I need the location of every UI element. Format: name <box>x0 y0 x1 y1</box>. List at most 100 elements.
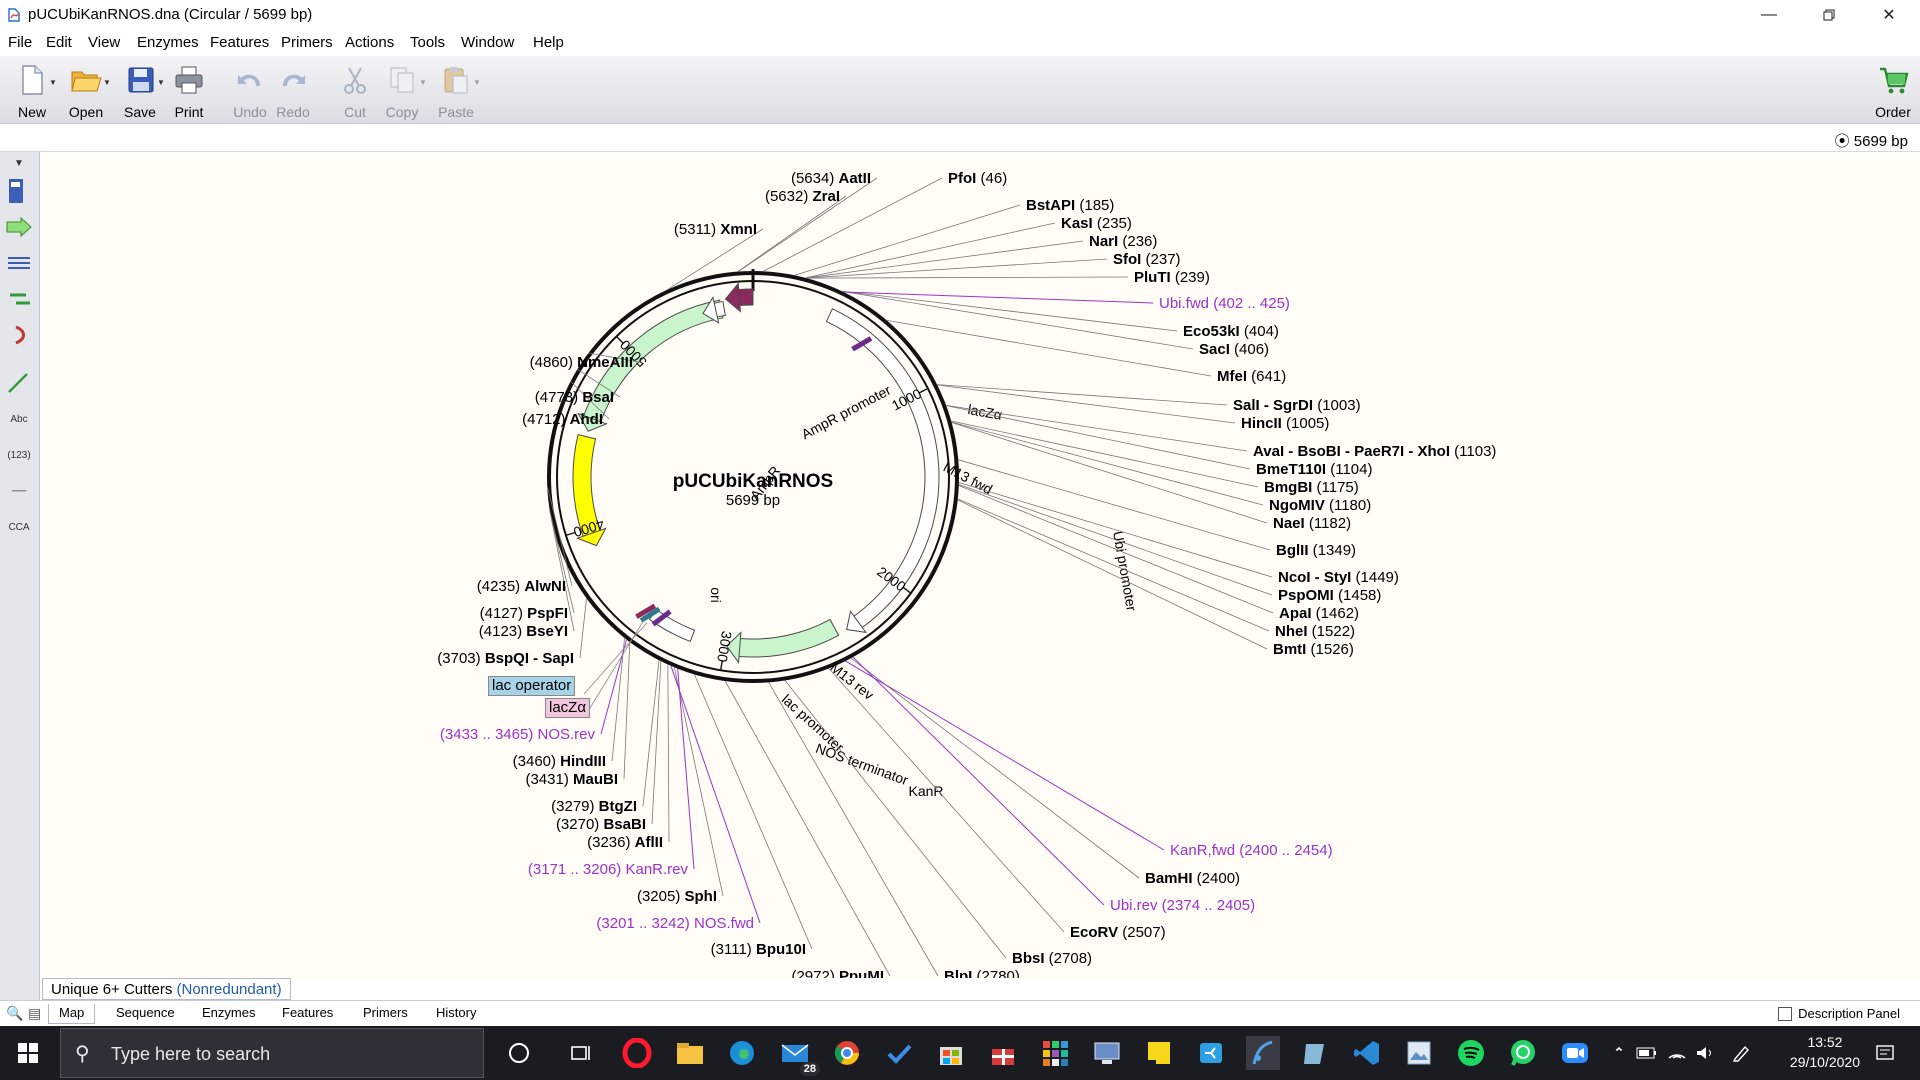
ruler-tool-icon[interactable]: ── <box>6 478 32 504</box>
enzyme-site-aflii[interactable]: (3236) AflII <box>587 834 663 851</box>
plasmid-map-canvas[interactable]: lacZα Ubi promoter KanR AmpR promoter AmpR or… <box>41 152 1920 978</box>
enzyme-site-kasi[interactable]: KasI (235) <box>1061 215 1132 232</box>
enzyme-site-apai[interactable]: ApaI (1462) <box>1279 605 1359 622</box>
new-button[interactable]: New <box>8 62 56 120</box>
feature-label[interactable]: Ubi promoter <box>1110 530 1140 613</box>
feature-nos-terminator[interactable] <box>648 608 696 643</box>
open-button[interactable]: Open <box>62 62 110 120</box>
open-dropdown-icon[interactable]: ▼ <box>103 78 111 87</box>
plasmid-map-svg[interactable]: lacZαUbi promoterKanRAmpR promoterAmpRor… <box>41 152 1920 978</box>
menu-actions[interactable]: Actions <box>345 34 394 51</box>
enzymes-tool-icon[interactable] <box>6 178 32 204</box>
copy-dropdown-icon[interactable]: ▼ <box>419 78 427 87</box>
save-dropdown-icon[interactable]: ▼ <box>157 78 165 87</box>
enzyme-site-ppumi[interactable]: (2972) PpuMI <box>791 968 884 978</box>
chrome-icon[interactable] <box>830 1036 864 1070</box>
feature-kanr[interactable] <box>725 618 840 664</box>
feature-label[interactable]: NOS terminator <box>814 740 911 788</box>
enzyme-site-bmet110i[interactable]: BmeT110I (1104) <box>1256 461 1372 478</box>
tab-features[interactable]: Features <box>272 1004 343 1024</box>
sticky-notes-icon[interactable] <box>1142 1036 1176 1070</box>
menu-view[interactable]: View <box>88 34 120 51</box>
enzyme-site-btgzi[interactable]: (3279) BtgZI <box>551 798 637 815</box>
enzyme-site-zrai[interactable]: (5632) ZraI <box>765 188 840 205</box>
feature-lacz-[interactable] <box>724 282 754 313</box>
primer-ubi-fwd[interactable]: Ubi.fwd (402 .. 425) <box>1159 295 1290 312</box>
primer-kanr-rev[interactable]: (3171 .. 3206) KanR.rev <box>528 861 689 878</box>
battery-icon[interactable] <box>1630 1036 1664 1070</box>
remote-desktop-icon[interactable] <box>1090 1036 1124 1070</box>
vscode-icon[interactable] <box>1350 1036 1384 1070</box>
menu-primers[interactable]: Primers <box>281 34 333 51</box>
enzyme-site-pluti[interactable]: PluTI (239) <box>1134 269 1210 286</box>
task-view-icon[interactable] <box>564 1036 598 1070</box>
primer-nos-fwd[interactable]: (3201 .. 3242) NOS.fwd <box>596 915 754 932</box>
primer-kanr-fwd[interactable]: KanR,fwd (2400 .. 2454) <box>1170 842 1333 859</box>
enzyme-site-alwni[interactable]: (4235) AlwNI <box>477 578 566 595</box>
enzyme-site-xmni[interactable]: (5311) XmnI <box>674 221 757 238</box>
edge-icon[interactable] <box>725 1036 759 1070</box>
menu-edit[interactable]: Edit <box>46 34 72 51</box>
feature-ubi-promoter[interactable] <box>825 308 940 634</box>
enzyme-site-bsai[interactable]: (4773) BsaI <box>535 389 614 406</box>
feature-label[interactable]: AmpR promoter <box>799 382 894 443</box>
enzyme-site-bmgbi[interactable]: BmgBI (1175) <box>1264 479 1359 496</box>
system-clock[interactable]: 13:52 29/10/2020 <box>1790 1032 1860 1072</box>
enzyme-site-bspqi-sapi[interactable]: (3703) BspQI - SapI <box>437 650 574 667</box>
enzyme-site-sfoi[interactable]: SfoI (237) <box>1113 251 1181 268</box>
file-explorer-icon[interactable] <box>673 1036 707 1070</box>
enzyme-site-blpi[interactable]: BlpI (2780) <box>944 968 1020 978</box>
enzyme-site-sali-sgrdi[interactable]: SalI - SgrDI (1003) <box>1233 397 1361 414</box>
tab-enzymes[interactable]: Enzymes <box>192 1004 265 1024</box>
tab-history[interactable]: History <box>426 1004 486 1024</box>
callout-lac-operator[interactable]: lac operator <box>488 676 576 696</box>
enzyme-site-ahdi[interactable]: (4712) AhdI <box>522 411 603 428</box>
zoom-app-icon[interactable] <box>1558 1036 1592 1070</box>
feature-label[interactable]: lacZα <box>967 401 1004 423</box>
cut-button[interactable]: Cut <box>331 62 379 120</box>
enzyme-site-saci[interactable]: SacI (406) <box>1199 341 1269 358</box>
store-icon[interactable] <box>934 1036 968 1070</box>
todo-icon[interactable] <box>882 1036 916 1070</box>
minimize-button[interactable]: — <box>1746 0 1792 30</box>
image-viewer-icon[interactable] <box>1402 1036 1436 1070</box>
primer-ubi-rev[interactable]: Ubi.rev (2374 .. 2405) <box>1110 897 1255 914</box>
pen-icon[interactable] <box>1724 1036 1758 1070</box>
paste-dropdown-icon[interactable]: ▼ <box>473 78 481 87</box>
mail-icon[interactable]: 28 <box>778 1036 820 1076</box>
enzyme-site-bbsi[interactable]: BbsI (2708) <box>1012 950 1092 967</box>
feature-label[interactable]: ori <box>708 587 724 603</box>
tab-sequence[interactable]: Sequence <box>106 1004 185 1024</box>
enzyme-site-avai-bsobi-paer7i-xhoi[interactable]: AvaI - BsoBI - PaeR7I - XhoI (1103) <box>1253 443 1496 460</box>
notes-app-icon[interactable] <box>1298 1036 1332 1070</box>
features-tool-icon[interactable] <box>6 214 32 240</box>
spotify-icon[interactable] <box>1454 1036 1488 1070</box>
save-button[interactable]: Save <box>116 62 164 120</box>
cortana-icon[interactable] <box>502 1036 536 1070</box>
enzyme-site-hindiii[interactable]: (3460) HindIII <box>513 753 606 770</box>
text-tool-icon[interactable]: Abc <box>6 406 32 432</box>
enzyme-site-eco53ki[interactable]: Eco53kI (404) <box>1183 323 1279 340</box>
tab-map[interactable]: Map <box>48 1004 96 1024</box>
enzyme-site-bseyi[interactable]: (4123) BseYI <box>479 623 568 640</box>
redo-button[interactable]: Redo <box>269 62 317 120</box>
orfs-tool-icon[interactable] <box>6 286 32 312</box>
enzyme-site-mfei[interactable]: MfeI (641) <box>1217 368 1286 385</box>
view-toggle-icon[interactable]: ▤ <box>28 1005 41 1022</box>
enzyme-site-bglii[interactable]: BglII (1349) <box>1276 542 1356 559</box>
map-shape-icon[interactable] <box>6 322 32 348</box>
taskbar-search[interactable]: ⚲ Type here to search <box>60 1028 484 1078</box>
opera-icon[interactable] <box>620 1036 654 1070</box>
new-dropdown-icon[interactable]: ▼ <box>49 78 57 87</box>
volume-icon[interactable] <box>1688 1036 1722 1070</box>
order-button[interactable]: Order <box>1869 62 1917 120</box>
menu-window[interactable]: Window <box>461 34 514 51</box>
paste-button[interactable]: Paste <box>432 62 480 120</box>
feature-label[interactable]: M13 rev <box>827 659 877 703</box>
snapgene-taskbar-icon[interactable] <box>1246 1036 1280 1070</box>
notifications-icon[interactable] <box>1868 1036 1902 1070</box>
enzyme-site-naei[interactable]: NaeI (1182) <box>1273 515 1351 532</box>
enzyme-site-bmti[interactable]: BmtI (1526) <box>1273 641 1354 658</box>
primers-tool-icon[interactable] <box>6 250 32 276</box>
zoom-icon[interactable]: 🔍 <box>6 1005 23 1022</box>
